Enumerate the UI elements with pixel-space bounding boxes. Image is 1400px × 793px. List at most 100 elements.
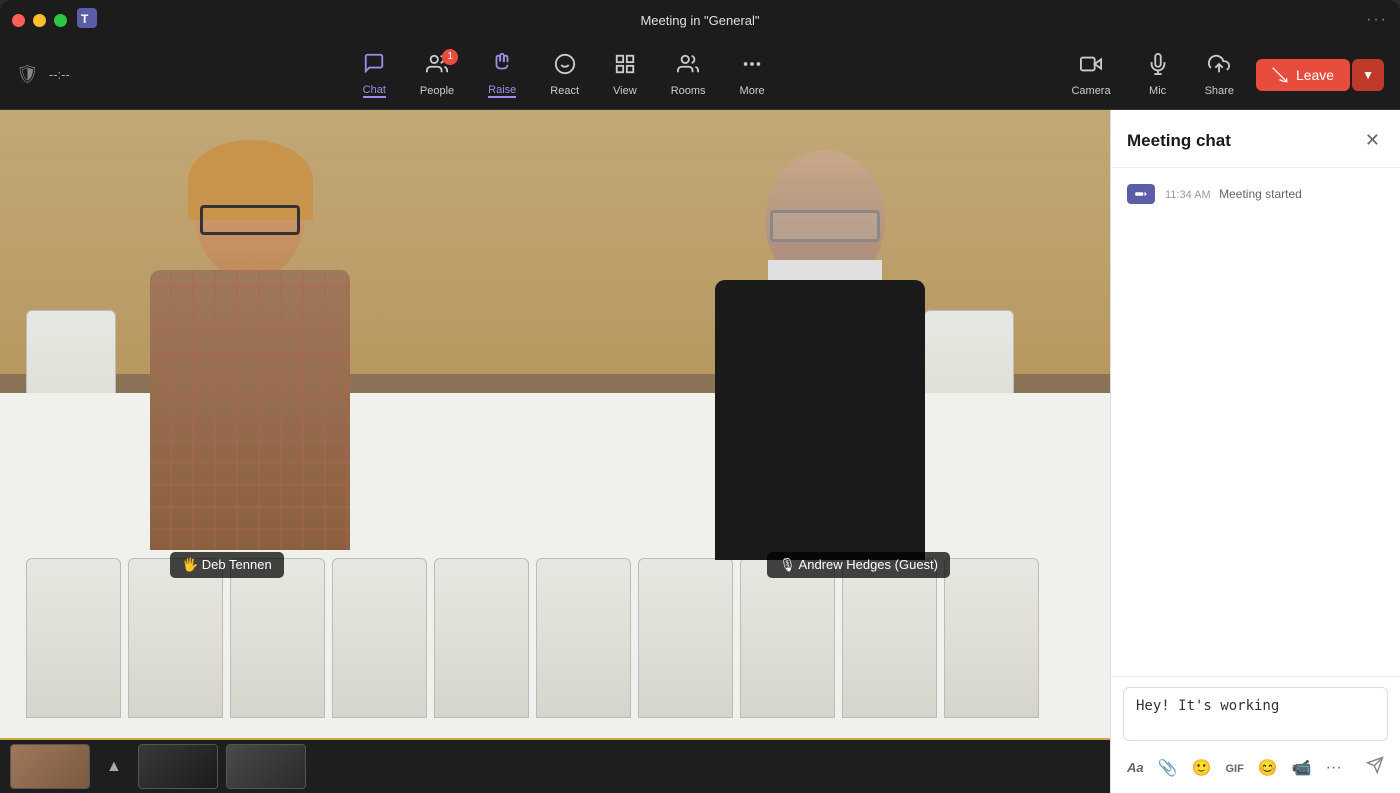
call-timer: --:-- <box>49 67 70 82</box>
sticker-icon: 😊 <box>1258 760 1278 777</box>
more-tools-icon: ··· <box>1326 759 1342 776</box>
shield-icon: 🛡 <box>16 64 39 85</box>
title-bar: T Meeting in "General" ··· <box>0 0 1400 40</box>
front-seat-9 <box>842 558 937 718</box>
front-seat-5 <box>434 558 529 718</box>
mic-button[interactable]: Mic <box>1133 47 1183 103</box>
andrew-glasses <box>770 210 880 242</box>
chat-input-area: Hey! It's working Aa 📎 🙂 GIF 😊 <box>1111 676 1400 793</box>
share-button[interactable]: Share <box>1191 47 1248 103</box>
chat-input[interactable]: Hey! It's working <box>1123 687 1388 741</box>
andrew-nametag: 🎙 Andrew Hedges (Guest) <box>767 552 950 578</box>
chat-label: Chat <box>363 84 386 98</box>
video-msg-button[interactable]: 📹 <box>1288 754 1316 782</box>
main-content: 🖐 Deb Tennen 🎙 Andrew Hedges (Guest) ▲ <box>0 110 1400 793</box>
rooms-label: Rooms <box>671 85 706 97</box>
gif-button[interactable]: GIF <box>1221 755 1247 781</box>
front-seat-10 <box>944 558 1039 718</box>
sticker-button[interactable]: 😊 <box>1254 754 1282 782</box>
traffic-lights <box>12 14 67 27</box>
system-message-icon <box>1127 184 1155 204</box>
system-message: 11:34 AM Meeting started <box>1127 184 1384 204</box>
toolbar-center: Chat 1 People <box>349 46 779 104</box>
more-label: More <box>740 85 765 97</box>
camera-label: Camera <box>1071 85 1110 97</box>
video-msg-icon: 📹 <box>1292 760 1312 777</box>
share-label: Share <box>1205 85 1234 97</box>
thumbnail-1[interactable] <box>10 744 90 789</box>
emoji-icon: 🙂 <box>1192 760 1212 777</box>
react-label: React <box>550 85 579 97</box>
more-icon <box>741 53 763 81</box>
view-icon <box>614 53 636 81</box>
thumbnail-up-button[interactable]: ▲ <box>98 754 130 780</box>
chat-close-button[interactable]: ✕ <box>1361 126 1384 155</box>
video-container: 🖐 Deb Tennen 🎙 Andrew Hedges (Guest) <box>0 110 1110 738</box>
person-andrew <box>690 150 960 560</box>
andrew-body <box>715 280 925 560</box>
teams-icon: T <box>77 8 97 33</box>
raise-button[interactable]: Raise <box>474 46 530 104</box>
chat-icon <box>363 52 385 80</box>
video-scene: 🖐 Deb Tennen 🎙 Andrew Hedges (Guest) <box>0 110 1110 738</box>
leave-arrow-button[interactable]: ▼ <box>1352 59 1384 91</box>
attach-button[interactable]: 📎 <box>1154 754 1182 782</box>
minimize-button[interactable] <box>33 14 46 27</box>
front-seat-4 <box>332 558 427 718</box>
attach-icon: 📎 <box>1158 760 1178 777</box>
system-message-content: 11:34 AM Meeting started <box>1165 185 1302 203</box>
more-tools-button[interactable]: ··· <box>1322 755 1346 781</box>
people-button[interactable]: 1 People <box>406 47 468 103</box>
toolbar: 🛡 --:-- Chat 1 People <box>0 40 1400 110</box>
deb-body <box>150 270 350 550</box>
window-title: Meeting in "General" <box>640 13 759 28</box>
react-button[interactable]: React <box>536 47 593 103</box>
gif-icon: GIF <box>1225 763 1243 775</box>
format-button[interactable]: Aa <box>1123 755 1148 781</box>
share-icon <box>1208 53 1230 81</box>
thumbnail-2[interactable] <box>138 744 218 789</box>
video-area: 🖐 Deb Tennen 🎙 Andrew Hedges (Guest) ▲ <box>0 110 1110 793</box>
raise-label: Raise <box>488 84 516 98</box>
front-seat-6 <box>536 558 631 718</box>
thumbnail-3[interactable] <box>226 744 306 789</box>
mic-icon <box>1147 53 1169 81</box>
person-deb <box>130 150 390 560</box>
chat-title: Meeting chat <box>1127 131 1231 151</box>
chat-panel: Meeting chat ✕ 11:34 AM Meeting started <box>1110 110 1400 793</box>
raise-icon <box>491 52 513 80</box>
people-label: People <box>420 85 454 97</box>
leave-label: Leave <box>1296 67 1334 83</box>
window-more-button[interactable]: ··· <box>1366 11 1388 29</box>
leave-group: Leave ▼ <box>1256 59 1384 91</box>
deb-glasses <box>200 205 300 235</box>
maximize-button[interactable] <box>54 14 67 27</box>
view-button[interactable]: View <box>599 47 651 103</box>
chat-toolbar: Aa 📎 🙂 GIF 😊 📹 ··· <box>1123 746 1388 783</box>
front-seat-3 <box>230 558 325 718</box>
andrew-nametag-text: 🎙 Andrew Hedges (Guest) <box>779 557 938 572</box>
rooms-button[interactable]: Rooms <box>657 47 720 103</box>
emoji-button[interactable]: 🙂 <box>1188 754 1216 782</box>
format-icon: Aa <box>1127 760 1144 775</box>
deb-nametag-text: 🖐 Deb Tennen <box>182 557 272 572</box>
front-seat-1 <box>26 558 121 718</box>
close-button[interactable] <box>12 14 25 27</box>
deb-nametag: 🖐 Deb Tennen <box>170 552 284 578</box>
chat-button[interactable]: Chat <box>349 46 400 104</box>
more-button[interactable]: More <box>726 47 779 103</box>
message-text: Meeting started <box>1219 187 1302 201</box>
camera-button[interactable]: Camera <box>1057 47 1124 103</box>
front-seat-2 <box>128 558 223 718</box>
toolbar-right: Camera Mic Shar <box>1057 47 1384 103</box>
leave-button[interactable]: Leave <box>1256 59 1350 91</box>
thumbnail-strip: ▲ <box>0 738 1110 793</box>
front-seat-7 <box>638 558 733 718</box>
view-label: View <box>613 85 637 97</box>
people-badge: 1 <box>442 49 458 65</box>
toolbar-left: 🛡 --:-- <box>16 64 70 85</box>
rooms-icon <box>677 53 699 81</box>
react-icon <box>554 53 576 81</box>
svg-text:T: T <box>81 12 89 26</box>
send-button[interactable] <box>1362 752 1388 783</box>
